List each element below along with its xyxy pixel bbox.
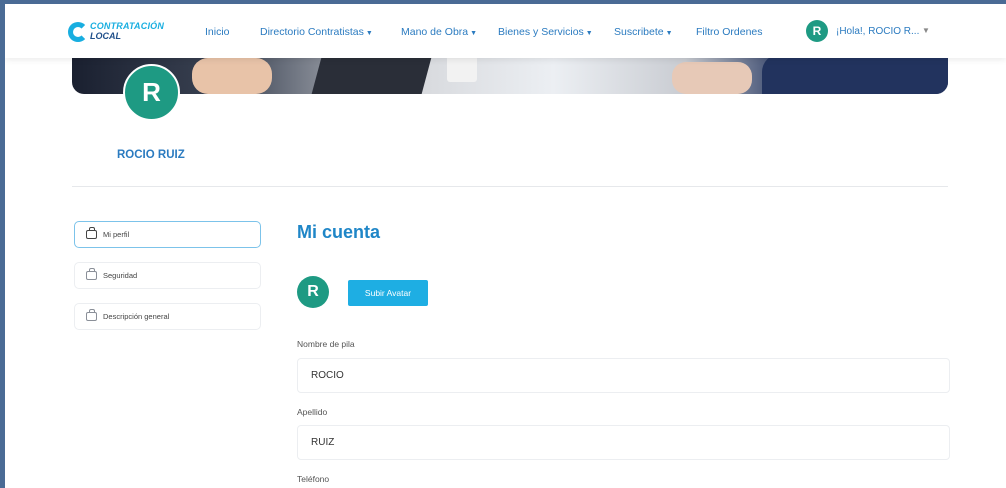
nav-item-filtro-ordenes[interactable]: Filtro Ordenes [696,26,763,38]
nav-item-directorio[interactable]: Directorio Contratistas ▼ [260,26,373,38]
app-window: CONTRATACIÓN LOCAL Inicio Directorio Con… [5,4,1006,488]
sidebar-item-mi-perfil[interactable]: Mi perfil [74,221,261,248]
caret-down-icon: ▼ [365,30,373,37]
caret-down-icon: ▼ [470,30,478,37]
last-name-field[interactable] [297,425,950,460]
profile-name: ROCIO RUIZ [117,149,185,161]
last-name-label: Apellido [297,407,328,417]
nav-item-label: Bienes y Servicios [498,26,584,38]
nav-item-bienes-servicios[interactable]: Bienes y Servicios ▼ [498,26,593,38]
page-title: Mi cuenta [297,222,381,242]
chevron-down-icon[interactable]: ▼ [922,26,930,35]
sidebar-item-seguridad[interactable]: Seguridad [74,262,261,289]
caret-down-icon: ▼ [585,30,593,37]
caret-down-icon: ▼ [665,30,673,37]
nav-item-suscribete[interactable]: Suscribete ▼ [614,26,673,38]
nav-item-label: Directorio Contratistas [260,26,364,38]
user-avatar[interactable]: R [806,20,828,42]
upload-avatar-button[interactable]: Subir Avatar [348,280,428,306]
divider [72,186,948,187]
sidebar-item-label: Descripción general [103,312,170,321]
nav-item-mano-de-obra[interactable]: Mano de Obra ▼ [401,26,477,38]
phone-label: Teléfono [297,474,330,484]
id-card-icon [86,227,97,239]
nav-item-label: Mano de Obra [401,26,469,38]
logo-icon [68,22,88,42]
logo[interactable]: CONTRATACIÓN LOCAL [68,18,168,46]
nav-item-label: Inicio [205,26,230,38]
first-name-label: Nombre de pila [297,339,355,349]
sidebar-item-label: Seguridad [103,271,138,280]
nav-item-label: Filtro Ordenes [696,26,763,38]
sidebar-item-label: Mi perfil [103,230,130,239]
user-greeting[interactable]: ¡Hola!, ROCIO R... [836,26,919,37]
first-name-field[interactable] [297,358,950,393]
lock-icon [86,309,97,321]
account-avatar: R [297,276,329,308]
nav-item-inicio[interactable]: Inicio [205,26,230,38]
sidebar-item-descripcion-general[interactable]: Descripción general [74,303,261,330]
nav-item-label: Suscribete [614,26,664,38]
navbar: CONTRATACIÓN LOCAL Inicio Directorio Con… [5,4,1006,58]
logo-text-bottom: LOCAL [90,31,121,41]
lock-icon [86,268,97,280]
profile-avatar: R [123,64,180,121]
logo-text-top: CONTRATACIÓN [90,21,165,31]
